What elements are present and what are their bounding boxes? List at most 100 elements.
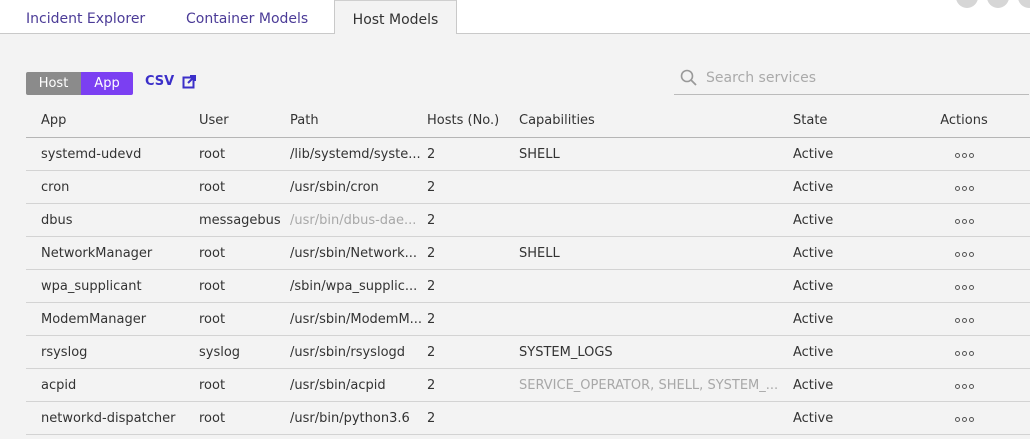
cell-user: root — [199, 170, 290, 204]
cell-capabilities: SHELL — [519, 137, 793, 171]
cell-state: Active — [793, 203, 898, 237]
cell-path: /sbin/wpa_supplic... — [290, 269, 427, 303]
column-header-state[interactable]: State — [793, 104, 898, 138]
cell-state: Active — [793, 170, 898, 204]
table-row[interactable]: NetworkManager root /usr/sbin/Network...… — [26, 236, 1030, 270]
cell-user: root — [199, 137, 290, 171]
cell-app: rsyslog — [26, 335, 199, 369]
cell-user: root — [199, 236, 290, 270]
cell-actions — [898, 302, 1030, 336]
cell-user: root — [199, 302, 290, 336]
cell-app: systemd-udevd — [26, 137, 199, 171]
cell-app: networkd-dispatcher — [26, 401, 199, 435]
table-row[interactable]: networkd-dispatcher root /usr/bin/python… — [26, 401, 1030, 435]
cell-hosts: 2 — [427, 302, 519, 336]
column-header-hosts[interactable]: Hosts (No.) — [427, 104, 519, 138]
tab-bar: Incident Explorer Container Models Host … — [0, 0, 1030, 34]
cell-hosts: 2 — [427, 170, 519, 204]
cell-actions — [898, 203, 1030, 237]
cell-actions — [898, 137, 1030, 171]
window-control-icon[interactable] — [987, 0, 1009, 8]
cell-app: ModemManager — [26, 302, 199, 336]
search-icon — [680, 69, 697, 86]
more-actions-icon[interactable] — [954, 185, 974, 191]
cell-hosts: 2 — [427, 137, 519, 171]
cell-app: wpa_supplicant — [26, 269, 199, 303]
cell-path: /usr/bin/python3.6 — [290, 401, 427, 435]
cell-path: /usr/sbin/cron — [290, 170, 427, 204]
cell-app: acpid — [26, 368, 199, 402]
cell-path: /usr/sbin/ModemM... — [290, 302, 427, 336]
csv-export-link[interactable]: CSV — [145, 74, 197, 89]
table-row[interactable]: wpa_supplicant root /sbin/wpa_supplic...… — [26, 269, 1030, 303]
more-actions-icon[interactable] — [954, 218, 974, 224]
cell-capabilities — [519, 269, 793, 303]
column-header-path[interactable]: Path — [290, 104, 427, 138]
cell-actions — [898, 335, 1030, 369]
table-row[interactable]: rsyslog syslog /usr/sbin/rsyslogd 2 SYST… — [26, 335, 1030, 369]
cell-state: Active — [793, 269, 898, 303]
cell-state: Active — [793, 137, 898, 171]
cell-path: /usr/sbin/acpid — [290, 368, 427, 402]
cell-state: Active — [793, 335, 898, 369]
window-control-icon[interactable] — [1018, 0, 1030, 8]
csv-label: CSV — [145, 74, 175, 89]
table-row[interactable]: systemd-udevd root /lib/systemd/syste...… — [26, 137, 1030, 171]
more-actions-icon[interactable] — [954, 416, 974, 422]
tab-incident-explorer[interactable]: Incident Explorer — [26, 0, 145, 33]
table-row[interactable]: acpid root /usr/sbin/acpid 2 SERVICE_OPE… — [26, 368, 1030, 402]
cell-hosts: 2 — [427, 335, 519, 369]
cell-user: root — [199, 401, 290, 435]
cell-actions — [898, 368, 1030, 402]
external-link-icon — [182, 74, 197, 88]
more-actions-icon[interactable] — [954, 152, 974, 158]
column-header-capabilities[interactable]: Capabilities — [519, 104, 793, 138]
table-row[interactable]: ModemManager root /usr/sbin/ModemM... 2 … — [26, 302, 1030, 336]
cell-path: /usr/bin/dbus-dae... — [290, 203, 427, 237]
tab-host-models[interactable]: Host Models — [334, 0, 457, 34]
host-models-panel: Host App CSV App User — [0, 34, 1030, 439]
more-actions-icon[interactable] — [954, 317, 974, 323]
tab-container-models[interactable]: Container Models — [186, 0, 308, 33]
table-row[interactable]: dbus messagebus /usr/bin/dbus-dae... 2 A… — [26, 203, 1030, 237]
more-actions-icon[interactable] — [954, 350, 974, 356]
more-actions-icon[interactable] — [954, 383, 974, 389]
toggle-host-button[interactable]: Host — [26, 72, 81, 95]
column-header-actions: Actions — [898, 104, 1030, 138]
cell-capabilities: SERVICE_OPERATOR, SHELL, SYSTEM_... — [519, 368, 793, 402]
cell-actions — [898, 269, 1030, 303]
cell-state: Active — [793, 302, 898, 336]
cell-user: messagebus — [199, 203, 290, 237]
column-header-app[interactable]: App — [26, 104, 199, 138]
cell-state: Active — [793, 236, 898, 270]
cell-user: root — [199, 269, 290, 303]
cell-capabilities: SYSTEM_LOGS — [519, 335, 793, 369]
more-actions-icon[interactable] — [954, 284, 974, 290]
host-app-toggle: Host App — [26, 72, 133, 95]
cell-state: Active — [793, 368, 898, 402]
cell-app: cron — [26, 170, 199, 204]
cell-hosts: 2 — [427, 236, 519, 270]
cell-hosts: 2 — [427, 269, 519, 303]
cell-capabilities — [519, 203, 793, 237]
cell-user: syslog — [199, 335, 290, 369]
cell-actions — [898, 170, 1030, 204]
cell-path: /usr/sbin/Network... — [290, 236, 427, 270]
table-row[interactable]: cron root /usr/sbin/cron 2 Active — [26, 170, 1030, 204]
cell-hosts: 2 — [427, 203, 519, 237]
table-header-row: App User Path Hosts (No.) Capabilities S… — [26, 104, 1030, 138]
cell-capabilities: SHELL — [519, 236, 793, 270]
column-header-user[interactable]: User — [199, 104, 290, 138]
more-actions-icon[interactable] — [954, 251, 974, 257]
cell-user: root — [199, 368, 290, 402]
cell-actions — [898, 401, 1030, 435]
cell-app: dbus — [26, 203, 199, 237]
window-control-icon[interactable] — [956, 0, 978, 8]
toggle-app-button[interactable]: App — [81, 72, 133, 95]
cell-capabilities — [519, 302, 793, 336]
cell-path: /usr/sbin/rsyslogd — [290, 335, 427, 369]
search-input[interactable] — [704, 69, 1018, 87]
cell-state: Active — [793, 401, 898, 435]
cell-capabilities — [519, 170, 793, 204]
cell-actions — [898, 236, 1030, 270]
